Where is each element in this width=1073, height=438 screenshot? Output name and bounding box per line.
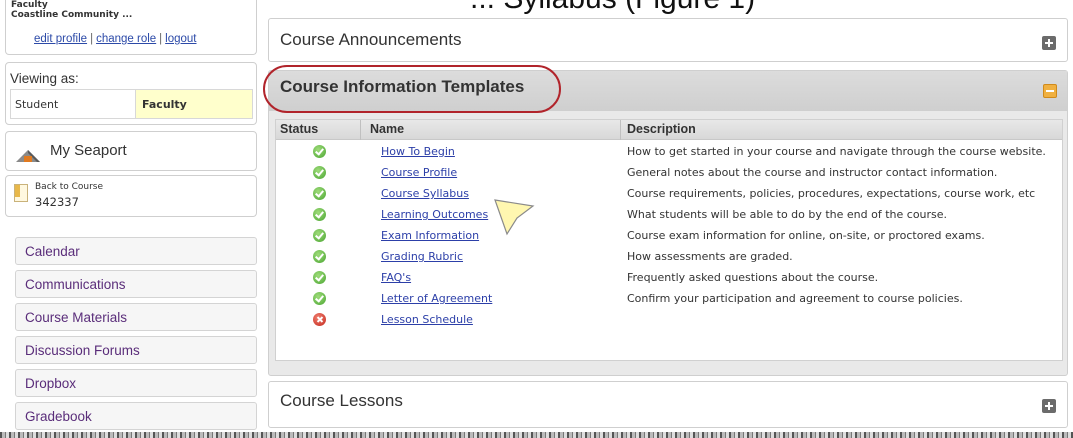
template-description: How assessments are graded. — [627, 250, 793, 263]
templates-panel: Course Information Templates Status Name… — [268, 70, 1068, 376]
sidebar: Faculty Coastline Community ... edit pro… — [0, 0, 257, 438]
lessons-title[interactable]: Course Lessons — [280, 391, 403, 411]
status-complete-icon — [313, 145, 326, 158]
template-description: How to get started in your course and na… — [627, 145, 1046, 158]
status-complete-icon — [313, 250, 326, 263]
nav-item-calendar[interactable]: Calendar — [15, 237, 257, 265]
user-info-box: Faculty Coastline Community ... edit pro… — [5, 0, 257, 55]
announcements-title[interactable]: Course Announcements — [280, 30, 461, 50]
column-divider — [620, 120, 621, 140]
templates-table: Status Name Description How To Begin How… — [275, 119, 1063, 361]
template-link[interactable]: Grading Rubric — [381, 250, 463, 263]
link-separator: | — [90, 33, 94, 45]
template-link[interactable]: Lesson Schedule — [381, 313, 473, 326]
pointer-callout-icon — [494, 199, 535, 236]
status-complete-icon — [313, 208, 326, 221]
role-toggle: Student Faculty — [10, 89, 253, 119]
table-header: Status Name Description — [276, 120, 1062, 140]
template-description: Course requirements, policies, procedure… — [627, 187, 1036, 200]
column-header-description: Description — [627, 122, 696, 136]
template-description: Frequently asked questions about the cou… — [627, 271, 879, 284]
nav-item-communications[interactable]: Communications — [15, 270, 257, 298]
table-row: Letter of Agreement Confirm your partici… — [276, 289, 1062, 310]
column-divider — [360, 120, 361, 140]
logout-link[interactable]: logout — [165, 33, 196, 45]
home-icon — [16, 150, 40, 162]
table-row: Exam Information Course exam information… — [276, 226, 1062, 247]
back-to-course-label: Back to Course — [35, 182, 104, 192]
table-row: Course Profile General notes about the c… — [276, 163, 1062, 184]
viewing-as-label: Viewing as: — [10, 71, 79, 86]
screenshot-edge — [0, 432, 1073, 438]
edit-profile-link[interactable]: edit profile — [34, 33, 87, 45]
role-option-faculty[interactable]: Faculty — [135, 90, 252, 118]
my-seaport-button[interactable]: My Seaport — [5, 131, 257, 171]
user-institution: Coastline Community ... — [11, 10, 133, 20]
table-row: Course Syllabus Course requirements, pol… — [276, 184, 1062, 205]
template-description: Confirm your participation and agreement… — [627, 292, 963, 305]
announcements-panel: Course Announcements — [268, 18, 1068, 62]
viewing-as-box: Viewing as: Student Faculty — [5, 62, 257, 125]
templates-title[interactable]: Course Information Templates — [280, 77, 524, 97]
nav-item-dropbox[interactable]: Dropbox — [15, 369, 257, 397]
role-option-student[interactable]: Student — [11, 90, 135, 118]
screenshot-root: { "page_title": "... Syllabus (Figure 1)… — [0, 0, 1073, 438]
user-role: Faculty — [11, 0, 48, 10]
page-title: ... Syllabus (Figure 1) — [470, 0, 755, 16]
template-link[interactable]: Course Syllabus — [381, 187, 469, 200]
table-row: Grading Rubric How assessments are grade… — [276, 247, 1062, 268]
my-seaport-label: My Seaport — [50, 142, 127, 159]
status-complete-icon — [313, 187, 326, 200]
status-complete-icon — [313, 271, 326, 284]
template-link[interactable]: Learning Outcomes — [381, 208, 488, 221]
template-link[interactable]: Course Profile — [381, 166, 457, 179]
nav-item-gradebook[interactable]: Gradebook — [15, 402, 257, 430]
status-incomplete-icon — [313, 313, 326, 326]
template-link[interactable]: How To Begin — [381, 145, 455, 158]
nav-item-discussion-forums[interactable]: Discussion Forums — [15, 336, 257, 364]
column-header-name: Name — [370, 122, 405, 136]
document-icon — [14, 184, 28, 202]
user-links: edit profile | change role | logout — [34, 33, 197, 45]
table-row: Lesson Schedule — [276, 310, 1062, 331]
lessons-panel: Course Lessons — [268, 381, 1068, 428]
column-header-status: Status — [280, 122, 319, 136]
template-link[interactable]: FAQ's — [381, 271, 411, 284]
template-description: What students will be able to do by the … — [627, 208, 948, 221]
back-to-course-button[interactable]: Back to Course 342337 — [5, 175, 257, 217]
template-description: Course exam information for online, on-s… — [627, 229, 985, 242]
expand-plus-icon[interactable] — [1042, 36, 1056, 50]
template-link[interactable]: Letter of Agreement — [381, 292, 492, 305]
link-separator: | — [159, 33, 163, 45]
table-row: Learning Outcomes What students will be … — [276, 205, 1062, 226]
status-complete-icon — [313, 292, 326, 305]
status-complete-icon — [313, 229, 326, 242]
template-link[interactable]: Exam Information — [381, 229, 479, 242]
table-row: FAQ's Frequently asked questions about t… — [276, 268, 1062, 289]
template-description: General notes about the course and instr… — [627, 166, 998, 179]
change-role-link[interactable]: change role — [96, 33, 156, 45]
nav-item-course-materials[interactable]: Course Materials — [15, 303, 257, 331]
templates-header: Course Information Templates — [269, 71, 1067, 111]
table-row: How To Begin How to get started in your … — [276, 142, 1062, 163]
collapse-minus-icon[interactable] — [1043, 84, 1057, 98]
status-complete-icon — [313, 166, 326, 179]
expand-plus-icon[interactable] — [1042, 399, 1056, 413]
course-number: 342337 — [35, 195, 79, 209]
